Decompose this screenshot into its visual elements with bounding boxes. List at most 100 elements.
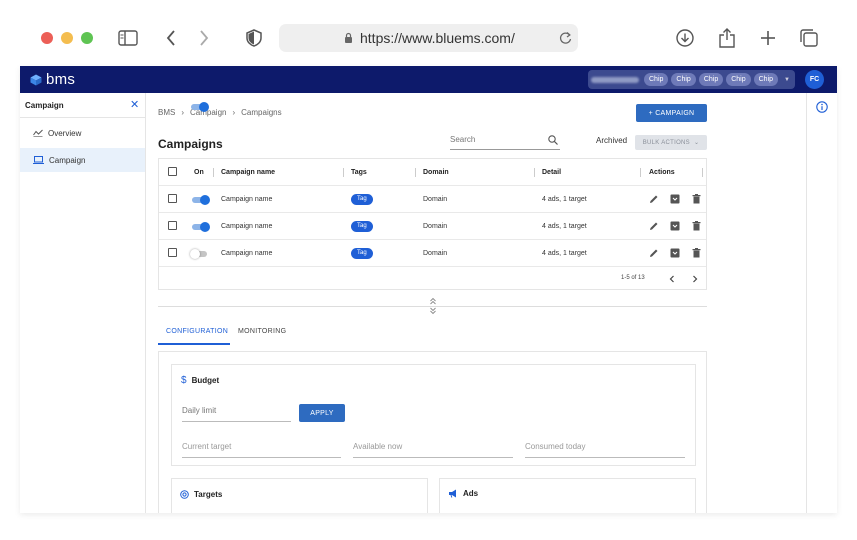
archive-icon[interactable] xyxy=(670,221,680,231)
domain-cell: Domain xyxy=(423,196,448,203)
share-icon[interactable] xyxy=(716,27,738,49)
ads-title: Ads xyxy=(448,489,478,498)
maximize-window-button[interactable] xyxy=(81,32,93,44)
table-row: Campaign name Tag Domain 4 ads, 1 target xyxy=(159,240,706,267)
archive-icon[interactable] xyxy=(670,194,680,204)
chevron-left-icon[interactable] xyxy=(669,275,675,283)
logo[interactable]: bms xyxy=(30,71,75,88)
app-window: bms Chip Chip Chip Chip Chip ▼ FC Campai… xyxy=(20,66,837,513)
archived-toggle[interactable] xyxy=(189,102,209,112)
tabs-overview-icon[interactable] xyxy=(798,27,820,49)
detail-cell: 4 ads, 1 target xyxy=(542,223,587,230)
forward-icon[interactable] xyxy=(193,27,215,49)
new-tab-icon[interactable] xyxy=(757,27,779,49)
breadcrumb: BMS › Campaign › Campaigns xyxy=(158,108,282,117)
header-actions: Actions xyxy=(649,169,675,176)
minimize-window-button[interactable] xyxy=(61,32,73,44)
page-title: Campaigns xyxy=(158,137,223,151)
row-checkbox[interactable] xyxy=(168,248,177,257)
column-separator xyxy=(213,168,214,177)
laptop-icon xyxy=(33,156,44,164)
active-tab-indicator xyxy=(158,343,230,345)
add-campaign-button[interactable]: + CAMPAIGN xyxy=(636,104,707,122)
row-on-toggle[interactable] xyxy=(190,222,210,232)
delete-icon[interactable] xyxy=(692,248,701,258)
column-separator xyxy=(640,168,641,177)
shield-icon[interactable] xyxy=(243,27,265,49)
available-now-label: Available now xyxy=(353,442,403,451)
url-bar[interactable]: https://www.bluems.com/ xyxy=(279,24,578,52)
bulk-actions-label: BULK ACTIONS xyxy=(642,139,690,146)
sidebar-item-campaign[interactable]: Campaign xyxy=(20,148,145,172)
row-on-toggle[interactable] xyxy=(190,195,210,205)
tag-badge: Tag xyxy=(351,194,373,205)
table-row: Campaign name Tag Domain 4 ads, 1 target xyxy=(159,186,706,213)
chip[interactable]: Chip xyxy=(726,73,751,86)
row-on-toggle[interactable] xyxy=(190,249,210,259)
tab-configuration[interactable]: CONFIGURATION xyxy=(166,328,228,335)
column-separator xyxy=(702,168,703,177)
chip[interactable]: Chip xyxy=(753,73,779,86)
sidebar-toggle-icon[interactable] xyxy=(117,27,139,49)
chevron-right-icon: › xyxy=(181,108,185,117)
chip[interactable]: Chip xyxy=(698,73,724,86)
back-icon[interactable] xyxy=(160,27,182,49)
breadcrumb-item[interactable]: BMS xyxy=(158,108,175,117)
target-icon xyxy=(180,490,189,499)
daily-limit-input[interactable]: Daily limit xyxy=(182,406,291,422)
megaphone-icon xyxy=(449,489,456,498)
archive-icon[interactable] xyxy=(670,248,680,258)
search-input[interactable]: Search xyxy=(450,135,560,150)
budget-title-text: Budget xyxy=(191,376,220,385)
select-all-checkbox[interactable] xyxy=(168,167,177,176)
search-icon[interactable] xyxy=(548,135,558,145)
campaign-name[interactable]: Campaign name xyxy=(221,223,272,230)
chevron-right-icon[interactable] xyxy=(692,275,698,283)
campaign-name[interactable]: Campaign name xyxy=(221,250,272,257)
campaign-name[interactable]: Campaign name xyxy=(221,196,272,203)
info-icon[interactable] xyxy=(816,101,828,113)
header-tags[interactable]: Tags xyxy=(351,169,367,176)
divider xyxy=(20,117,146,118)
sidebar-title: Campaign xyxy=(25,101,64,110)
apply-button[interactable]: APPLY xyxy=(299,404,345,422)
sidebar-item-label: Campaign xyxy=(49,155,86,165)
edit-icon[interactable] xyxy=(649,194,659,204)
avatar[interactable]: FC xyxy=(805,70,824,89)
header-detail[interactable]: Detail xyxy=(542,169,561,176)
delete-icon[interactable] xyxy=(692,221,701,231)
budget-card: $ Budget Daily limit APPLY Current targe… xyxy=(171,364,696,466)
configuration-panel: $ Budget Daily limit APPLY Current targe… xyxy=(158,351,707,513)
download-icon[interactable] xyxy=(674,27,696,49)
tab-bar: CONFIGURATION MONITORING xyxy=(158,325,707,345)
row-checkbox[interactable] xyxy=(168,221,177,230)
splitter-divider xyxy=(158,306,707,307)
tab-monitoring[interactable]: MONITORING xyxy=(238,328,286,335)
close-window-button[interactable] xyxy=(41,32,53,44)
edit-icon[interactable] xyxy=(649,221,659,231)
sidebar-item-overview[interactable]: Overview xyxy=(20,121,145,145)
reload-icon[interactable] xyxy=(559,31,572,45)
account-selector[interactable]: Chip Chip Chip Chip Chip ▼ xyxy=(588,70,795,89)
delete-icon[interactable] xyxy=(692,194,701,204)
header-name[interactable]: Campaign name xyxy=(221,169,275,176)
close-icon[interactable]: ✕ xyxy=(130,98,139,111)
consumed-today-field: Consumed today xyxy=(525,442,685,458)
resize-handle[interactable] xyxy=(429,297,437,317)
header-domain[interactable]: Domain xyxy=(423,169,449,176)
bulk-actions-button[interactable]: BULK ACTIONS ⌄ xyxy=(635,135,707,150)
edit-icon[interactable] xyxy=(649,248,659,258)
current-target-label: Current target xyxy=(182,442,232,451)
daily-limit-label: Daily limit xyxy=(182,406,217,415)
column-separator xyxy=(415,168,416,177)
row-checkbox[interactable] xyxy=(168,194,177,203)
dollar-icon: $ xyxy=(181,375,187,386)
chip[interactable]: Chip xyxy=(671,73,696,86)
search-placeholder: Search xyxy=(450,135,476,144)
chevron-down-icon[interactable]: ▼ xyxy=(784,77,790,83)
chip[interactable]: Chip xyxy=(644,73,669,86)
targets-title: Targets xyxy=(180,490,222,499)
pagination-range: 1-5 of 13 xyxy=(621,275,645,281)
column-separator xyxy=(534,168,535,177)
campaigns-table: On Campaign name Tags Domain Detail Acti… xyxy=(158,158,707,290)
